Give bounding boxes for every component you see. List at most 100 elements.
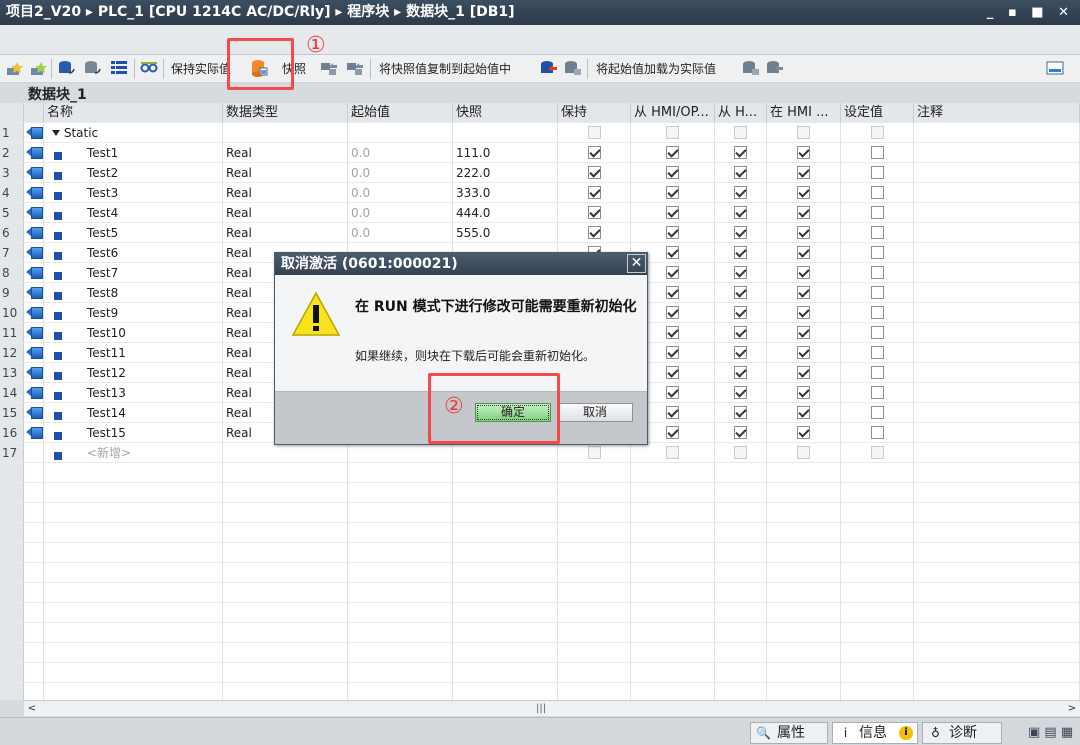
col-accessible-hmi[interactable]: 从 HMI/OP... [631, 103, 715, 123]
comment-cell[interactable] [914, 203, 1080, 223]
acc2-checkbox[interactable] [734, 226, 747, 239]
col-datatype[interactable]: 数据类型 [223, 103, 348, 123]
table-row[interactable]: 3 Test2 Real 0.0 222.0 [0, 163, 1080, 183]
retain-checkbox[interactable] [587, 206, 601, 219]
comment-cell[interactable] [914, 423, 1080, 443]
vis-checkbox[interactable] [797, 406, 810, 419]
setpoint-checkbox[interactable] [870, 346, 884, 359]
acc2-checkbox[interactable] [734, 326, 747, 339]
setpoint-checkbox[interactable] [870, 426, 884, 439]
acc1-checkbox[interactable] [666, 146, 679, 159]
setpoint-checkbox[interactable] [870, 206, 884, 219]
tab-properties[interactable]: 🔍 属性 [750, 722, 828, 744]
keep-actual-values-button[interactable]: 保持实际值 [171, 60, 231, 78]
snapshot-to-actual-icon[interactable] [346, 60, 364, 76]
comment-cell[interactable] [914, 183, 1080, 203]
name-cell[interactable]: Test8 [44, 283, 223, 303]
acc1-checkbox[interactable] [666, 286, 679, 299]
vis-checkbox[interactable] [797, 166, 810, 179]
col-start-value[interactable]: 起始值 [348, 103, 453, 123]
vis-checkbox[interactable] [797, 246, 810, 259]
acc1-checkbox[interactable] [666, 346, 679, 359]
name-cell[interactable]: Test3 [44, 183, 223, 203]
acc2-checkbox[interactable] [734, 126, 747, 139]
start-value-cell[interactable] [348, 443, 453, 463]
col-writable-hmi[interactable]: 从 H... [715, 103, 767, 123]
comment-cell[interactable] [914, 243, 1080, 263]
setpoint-checkbox[interactable] [870, 246, 884, 259]
start-value-cell[interactable]: 0.0 [348, 163, 453, 183]
comment-cell[interactable] [914, 343, 1080, 363]
start-value-cell[interactable]: 0.0 [348, 183, 453, 203]
load-start-all-icon[interactable] [766, 60, 784, 76]
scroll-right-icon[interactable]: > [1064, 701, 1080, 717]
vis-checkbox[interactable] [797, 306, 810, 319]
add-row-icon[interactable] [29, 60, 47, 76]
add-new-cell[interactable]: <新增> [44, 443, 223, 463]
name-cell[interactable]: Test15 [44, 423, 223, 443]
comment-cell[interactable] [914, 163, 1080, 183]
insert-row-icon[interactable] [5, 60, 23, 76]
col-retain[interactable]: 保持 [558, 103, 631, 123]
comment-cell[interactable] [914, 323, 1080, 343]
setpoint-checkbox[interactable] [870, 166, 884, 179]
window-controls[interactable]: _ ▪ ■ ✕ [987, 0, 1074, 25]
acc2-checkbox[interactable] [734, 366, 747, 379]
close-icon[interactable]: ✕ [627, 254, 646, 273]
start-value-cell[interactable]: 0.0 [348, 223, 453, 243]
col-setpoint[interactable]: 设定值 [841, 103, 914, 123]
snapshot-cell[interactable] [453, 443, 558, 463]
comment-cell[interactable] [914, 443, 1080, 463]
vis-checkbox[interactable] [797, 126, 810, 139]
datatype-cell[interactable]: Real [223, 183, 348, 203]
acc2-checkbox[interactable] [734, 166, 747, 179]
table-row[interactable]: 6 Test5 Real 0.0 555.0 [0, 223, 1080, 243]
collapse-triangle-icon[interactable] [52, 129, 60, 136]
acc2-checkbox[interactable] [734, 386, 747, 399]
snapshot-cell[interactable]: 444.0 [453, 203, 558, 223]
acc2-checkbox[interactable] [734, 266, 747, 279]
acc2-checkbox[interactable] [734, 286, 747, 299]
acc1-checkbox[interactable] [666, 306, 679, 319]
retain-checkbox[interactable] [587, 146, 601, 159]
copy-snapshot-icon[interactable] [540, 60, 558, 76]
comment-cell[interactable] [914, 363, 1080, 383]
setpoint-checkbox[interactable] [870, 386, 884, 399]
comment-cell[interactable] [914, 123, 1080, 143]
retain-checkbox[interactable] [587, 186, 601, 199]
vis-checkbox[interactable] [797, 146, 810, 159]
copy-snapshot-all-icon[interactable] [564, 60, 582, 76]
layout-icons[interactable]: ▣ ▤ ▦ [1028, 725, 1073, 740]
acc2-checkbox[interactable] [734, 306, 747, 319]
snapshot-cell[interactable]: 555.0 [453, 223, 558, 243]
acc2-checkbox[interactable] [734, 406, 747, 419]
snapshot-cell[interactable] [453, 123, 558, 143]
datatype-cell[interactable]: Real [223, 143, 348, 163]
col-visible-hmi[interactable]: 在 HMI ... [767, 103, 841, 123]
acc1-checkbox[interactable] [666, 426, 679, 439]
tab-info[interactable]: i 信息 i [832, 722, 918, 744]
acc1-checkbox[interactable] [666, 186, 679, 199]
col-snapshot[interactable]: 快照 [453, 103, 558, 123]
setpoint-checkbox[interactable] [870, 406, 884, 419]
acc2-checkbox[interactable] [734, 186, 747, 199]
name-cell[interactable]: Test10 [44, 323, 223, 343]
acc2-checkbox[interactable] [734, 246, 747, 259]
panel-settings-icon[interactable] [1046, 60, 1064, 76]
vis-checkbox[interactable] [797, 286, 810, 299]
start-value-cell[interactable]: 0.0 [348, 203, 453, 223]
name-cell[interactable]: Test2 [44, 163, 223, 183]
snapshot-cell[interactable]: 333.0 [453, 183, 558, 203]
load-start-as-actual-button[interactable]: 将起始值加载为实际值 [596, 60, 716, 78]
acc1-checkbox[interactable] [666, 246, 679, 259]
retain-checkbox[interactable] [587, 446, 601, 459]
start-value-cell[interactable] [348, 123, 453, 143]
acc1-checkbox[interactable] [666, 446, 679, 459]
setpoint-checkbox[interactable] [870, 286, 884, 299]
name-cell[interactable]: Test9 [44, 303, 223, 323]
acc2-checkbox[interactable] [734, 446, 747, 459]
vis-checkbox[interactable] [797, 346, 810, 359]
datatype-cell[interactable] [223, 123, 348, 143]
monitor-glasses-icon[interactable] [140, 60, 158, 76]
comment-cell[interactable] [914, 143, 1080, 163]
